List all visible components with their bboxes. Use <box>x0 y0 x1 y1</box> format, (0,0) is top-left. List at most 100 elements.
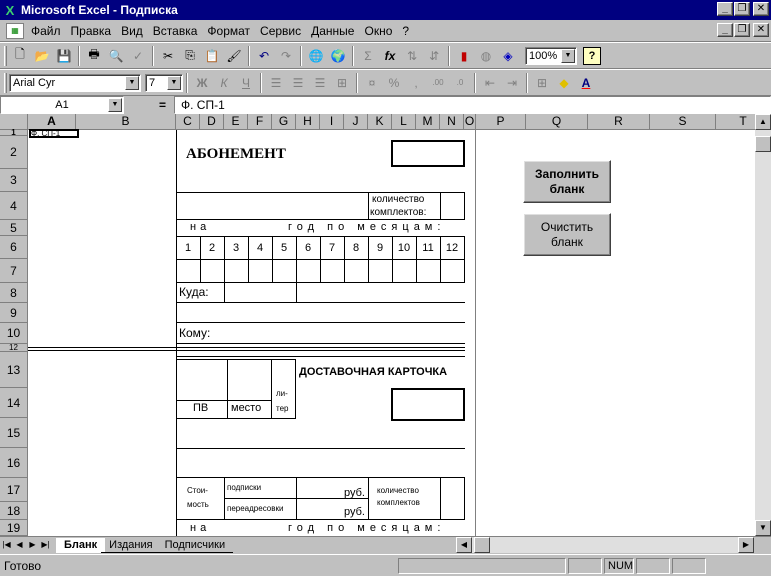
row-header-8[interactable]: 8 <box>0 283 28 303</box>
restore-button[interactable]: ❐ <box>734 2 750 16</box>
italic-icon[interactable]: К <box>213 72 235 94</box>
map-icon[interactable]: ◍ <box>475 45 497 67</box>
col-header-g[interactable]: G <box>272 114 296 130</box>
col-header-b[interactable]: B <box>76 114 176 130</box>
comma-icon[interactable]: , <box>405 72 427 94</box>
spelling-icon[interactable]: ✓ <box>127 45 149 67</box>
row-header-5[interactable]: 5 <box>0 220 28 236</box>
last-sheet-icon[interactable]: ▶| <box>39 538 52 552</box>
increase-decimal-icon[interactable]: .00 <box>427 72 449 94</box>
col-header-p[interactable]: P <box>476 114 526 130</box>
formula-input[interactable]: Ф. СП-1 <box>174 96 771 114</box>
menu-help[interactable]: ? <box>397 24 414 38</box>
paste-icon[interactable]: 📋 <box>201 45 223 67</box>
undo-icon[interactable]: ↶ <box>253 45 275 67</box>
toolbar-grip[interactable] <box>4 45 7 66</box>
menu-data[interactable]: Данные <box>306 24 359 38</box>
zoom-select[interactable]: 100% ▼ <box>525 46 577 65</box>
sort-ascending-icon[interactable]: ⇅ <box>401 45 423 67</box>
decrease-indent-icon[interactable]: ⇤ <box>479 72 501 94</box>
col-header-i[interactable]: I <box>320 114 344 130</box>
chevron-down-icon[interactable]: ▼ <box>108 98 122 112</box>
tab-izdaniya[interactable]: Издания <box>101 538 161 553</box>
doc-close-button[interactable]: ✕ <box>753 23 769 37</box>
col-header-f[interactable]: F <box>248 114 272 130</box>
col-header-n[interactable]: N <box>440 114 464 130</box>
row-header-16[interactable]: 16 <box>0 448 28 478</box>
chevron-down-icon[interactable]: ▼ <box>167 75 181 90</box>
percent-icon[interactable]: % <box>383 72 405 94</box>
menu-tools[interactable]: Сервис <box>255 24 306 38</box>
col-header-s[interactable]: S <box>650 114 716 130</box>
horizontal-scrollbar[interactable]: ◀ ▶ <box>456 537 754 553</box>
align-left-icon[interactable]: ☰ <box>265 72 287 94</box>
workbook-icon[interactable]: ▦ <box>6 22 24 39</box>
delivery-index-box[interactable] <box>391 388 465 421</box>
font-name-select[interactable]: Arial Cyr ▼ <box>9 73 141 92</box>
col-header-e[interactable]: E <box>224 114 248 130</box>
font-size-select[interactable]: 7 ▼ <box>145 73 183 92</box>
row-header-19[interactable]: 19 <box>0 520 28 536</box>
col-header-k[interactable]: K <box>368 114 392 130</box>
row-header-13[interactable]: 13 <box>0 352 28 388</box>
vertical-scrollbar[interactable]: ▲ ▼ <box>755 114 771 536</box>
row-header-17[interactable]: 17 <box>0 478 28 502</box>
align-center-icon[interactable]: ☰ <box>287 72 309 94</box>
menu-format[interactable]: Формат <box>202 24 255 38</box>
row-header-3[interactable]: 3 <box>0 169 28 192</box>
worksheet[interactable]: A B C D E F G H I J K L M N O P Q R S T … <box>0 114 771 536</box>
row-header-12[interactable]: 12 <box>0 343 28 352</box>
doc-restore-button[interactable]: ❐ <box>734 23 750 37</box>
row-header-14[interactable]: 14 <box>0 388 28 418</box>
hyperlink-icon[interactable]: 🌐 <box>305 45 327 67</box>
copy-icon[interactable]: ⎘ <box>179 45 201 67</box>
menu-edit[interactable]: Правка <box>66 24 117 38</box>
menu-file[interactable]: Файл <box>26 24 66 38</box>
col-header-q[interactable]: Q <box>526 114 588 130</box>
col-header-a[interactable]: A <box>28 114 76 130</box>
col-header-j[interactable]: J <box>344 114 368 130</box>
chevron-down-icon[interactable]: ▼ <box>561 48 575 63</box>
row-header-18[interactable]: 18 <box>0 502 28 520</box>
cut-icon[interactable]: ✂ <box>157 45 179 67</box>
format-painter-icon[interactable]: 🖌 <box>223 45 245 67</box>
next-sheet-icon[interactable]: ▶ <box>26 538 39 552</box>
row-header-6[interactable]: 6 <box>0 236 28 259</box>
col-header-o[interactable]: O <box>464 114 476 130</box>
align-right-icon[interactable]: ☰ <box>309 72 331 94</box>
save-icon[interactable]: 💾 <box>53 45 75 67</box>
borders-icon[interactable]: ⊞ <box>531 72 553 94</box>
prev-sheet-icon[interactable]: ◀ <box>13 538 26 552</box>
col-header-m[interactable]: M <box>416 114 440 130</box>
open-icon[interactable]: 📂 <box>31 45 53 67</box>
increase-indent-icon[interactable]: ⇥ <box>501 72 523 94</box>
function-icon[interactable]: fx <box>379 45 401 67</box>
scroll-right-icon[interactable]: ▶ <box>738 537 754 553</box>
underline-icon[interactable]: Ч <box>235 72 257 94</box>
col-header-h[interactable]: H <box>296 114 320 130</box>
col-header-r[interactable]: R <box>588 114 650 130</box>
fill-form-button[interactable]: Заполнить бланк <box>523 160 611 203</box>
chevron-down-icon[interactable]: ▼ <box>125 75 139 90</box>
chart-wizard-icon[interactable]: ▮ <box>453 45 475 67</box>
autosum-icon[interactable]: Σ <box>357 45 379 67</box>
first-sheet-icon[interactable]: |◀ <box>0 538 13 552</box>
close-button[interactable]: ✕ <box>753 2 769 16</box>
bold-icon[interactable]: Ж <box>191 72 213 94</box>
menu-insert[interactable]: Вставка <box>148 24 203 38</box>
menu-view[interactable]: Вид <box>116 24 148 38</box>
web-toolbar-icon[interactable]: 🌍 <box>327 45 349 67</box>
row-header-9[interactable]: 9 <box>0 303 28 323</box>
redo-icon[interactable]: ↷ <box>275 45 297 67</box>
print-icon[interactable]: 🖶 <box>83 45 105 67</box>
col-header-d[interactable]: D <box>200 114 224 130</box>
font-color-icon[interactable]: A <box>575 72 597 94</box>
sort-descending-icon[interactable]: ⇵ <box>423 45 445 67</box>
minimize-button[interactable]: _ <box>717 2 733 16</box>
help-icon[interactable]: ? <box>583 46 601 65</box>
print-preview-icon[interactable]: 🔍 <box>105 45 127 67</box>
row-header-10[interactable]: 10 <box>0 323 28 344</box>
clear-form-button[interactable]: Очистить бланк <box>523 213 611 256</box>
cell-a1-selected[interactable]: Ф. СП-1 <box>29 129 79 138</box>
new-icon[interactable]: 🗋 <box>9 45 31 67</box>
